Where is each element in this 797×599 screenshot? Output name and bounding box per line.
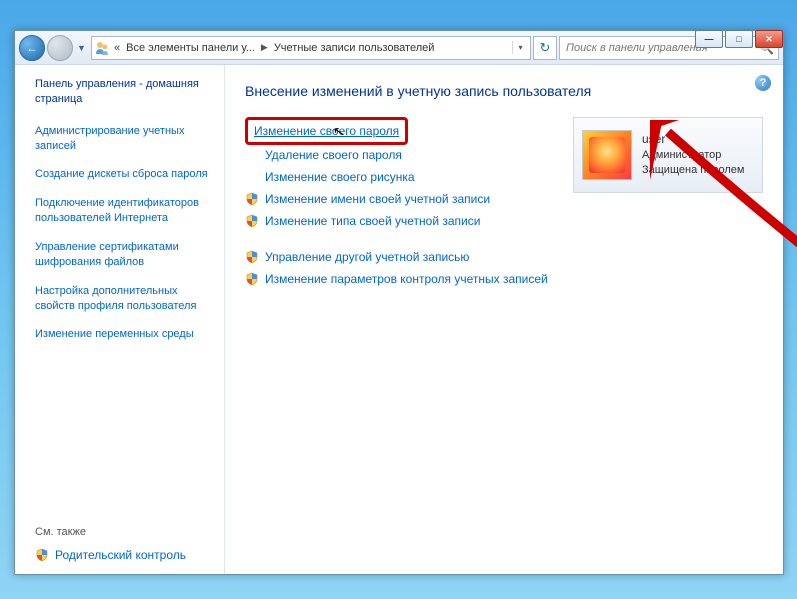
breadcrumb[interactable]: « Все элементы панели у... ▶ Учетные зап…	[91, 36, 531, 60]
user-role: Администратор	[642, 148, 744, 163]
chevron-right-icon: ▶	[259, 42, 270, 53]
link-uac-settings[interactable]: Изменение параметров контроля учетных за…	[245, 271, 553, 287]
page-title: Внесение изменений в учетную запись поль…	[245, 83, 763, 99]
breadcrumb-prefix: «	[112, 42, 122, 54]
forward-button[interactable]: →	[47, 35, 73, 61]
help-icon[interactable]: ?	[755, 75, 771, 91]
minimize-button[interactable]: —	[695, 30, 723, 48]
sidebar-link-reset-disk[interactable]: Создание дискеты сброса пароля	[35, 167, 210, 182]
breadcrumb-dropdown[interactable]: ▾	[512, 41, 528, 54]
shield-icon	[245, 214, 259, 228]
link-change-type[interactable]: Изменение типа своей учетной записи	[245, 213, 553, 229]
close-button[interactable]: ✕	[755, 30, 783, 48]
highlight-box: Изменение своего пароля	[245, 117, 408, 145]
sidebar-home-link[interactable]: Панель управления - домашняя страница	[35, 77, 210, 108]
user-card: user Администратор Защищена паролем	[573, 117, 763, 193]
sidebar-link-label: Родительский контроль	[55, 548, 186, 562]
action-links: Изменение своего пароля ↖ Удаление своег…	[245, 117, 553, 293]
sidebar-link-profile-props[interactable]: Настройка дополнительных свойств профиля…	[35, 284, 210, 314]
sidebar: Панель управления - домашняя страница Ад…	[15, 65, 225, 574]
maximize-button[interactable]: □	[725, 30, 753, 48]
link-label: Управление другой учетной записью	[265, 250, 469, 264]
link-label: Изменение имени своей учетной записи	[265, 192, 490, 206]
see-also-label: См. также	[35, 526, 210, 538]
sidebar-link-env-vars[interactable]: Изменение переменных среды	[35, 327, 210, 342]
link-change-picture[interactable]: Изменение своего рисунка	[265, 169, 553, 185]
refresh-button[interactable]: ↻	[533, 36, 557, 60]
user-protected: Защищена паролем	[642, 163, 744, 178]
shield-icon	[245, 250, 259, 264]
shield-icon	[35, 548, 49, 562]
breadcrumb-seg-1[interactable]: Все элементы панели у...	[124, 42, 257, 54]
main-body: Изменение своего пароля ↖ Удаление своег…	[245, 117, 763, 293]
sidebar-link-parental-control[interactable]: Родительский контроль	[35, 548, 210, 562]
shield-icon	[245, 272, 259, 286]
main-panel: ? Внесение изменений в учетную запись по…	[225, 65, 783, 574]
content-area: Панель управления - домашняя страница Ад…	[15, 65, 783, 574]
user-accounts-icon	[94, 40, 110, 56]
link-change-name[interactable]: Изменение имени своей учетной записи	[245, 191, 553, 207]
breadcrumb-seg-2[interactable]: Учетные записи пользователей	[272, 42, 437, 54]
link-change-password[interactable]: Изменение своего пароля	[254, 124, 399, 138]
history-dropdown[interactable]: ▼	[75, 43, 89, 53]
control-panel-window: ← → ▼ « Все элементы панели у... ▶ Учетн…	[14, 30, 784, 575]
link-manage-other[interactable]: Управление другой учетной записью	[245, 249, 553, 265]
link-delete-password[interactable]: Удаление своего пароля	[265, 147, 553, 163]
sidebar-link-online-ids[interactable]: Подключение идентификаторов пользователе…	[35, 196, 210, 226]
user-name: user	[642, 131, 744, 148]
nav-bar: ← → ▼ « Все элементы панели у... ▶ Учетн…	[15, 31, 783, 65]
shield-icon	[245, 192, 259, 206]
avatar	[582, 130, 632, 180]
user-info: user Администратор Защищена паролем	[642, 131, 744, 179]
back-button[interactable]: ←	[19, 35, 45, 61]
window-controls: — □ ✕	[695, 30, 783, 48]
link-label: Изменение параметров контроля учетных за…	[265, 272, 548, 286]
sidebar-link-admin-accounts[interactable]: Администрирование учетных записей	[35, 124, 210, 154]
sidebar-link-certificates[interactable]: Управление сертификатами шифрования файл…	[35, 240, 210, 270]
link-label: Изменение типа своей учетной записи	[265, 214, 480, 228]
